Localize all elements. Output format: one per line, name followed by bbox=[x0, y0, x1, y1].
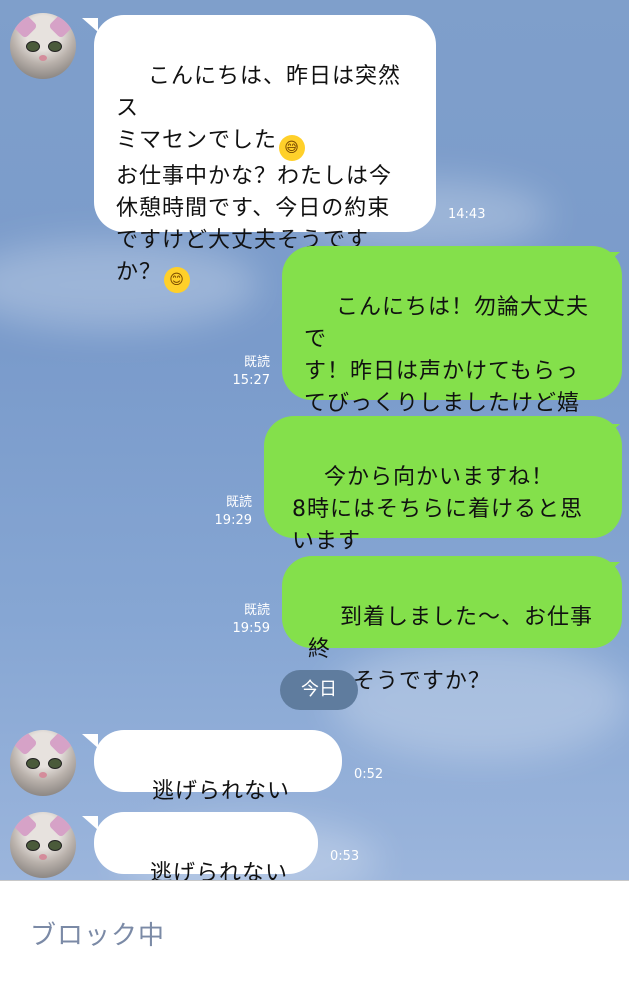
message-meta: 既読 15:27 bbox=[206, 354, 270, 390]
message-time: 19:59 bbox=[232, 621, 270, 636]
read-receipt: 既読 bbox=[225, 495, 252, 510]
message-bubble-outgoing[interactable]: 到着しました〜、お仕事終 われそうですか？ bbox=[282, 556, 622, 694]
contact-avatar[interactable] bbox=[10, 730, 76, 796]
bubble-tail bbox=[82, 18, 98, 32]
message-bubble-outgoing[interactable]: こんにちは！勿論大丈夫で す！昨日は声かけてもらっ てびっくりしましたけど嬉 し… bbox=[282, 246, 622, 456]
message-text: 今から向かいますね！ 8時にはそちらに着けると思 います bbox=[292, 465, 583, 554]
contact-avatar[interactable] bbox=[10, 812, 76, 878]
blocked-status-bar: ブロック中 bbox=[0, 880, 629, 982]
message-meta: 既読 19:59 bbox=[206, 602, 270, 638]
message-text: 逃げられないよ bbox=[149, 861, 288, 880]
contact-avatar[interactable] bbox=[10, 13, 76, 79]
sweat-smile-emoji-icon: 😅 bbox=[279, 135, 306, 161]
read-receipt: 既読 bbox=[243, 603, 270, 618]
message-bubble-incoming[interactable]: こんにちは、昨日は突然ス ミマセンでした 😅 お仕事中かな？わたしは今 休憩時間で… bbox=[94, 15, 436, 293]
blocked-status-label: ブロック中 bbox=[30, 921, 166, 951]
smile-emoji-icon: 😊 bbox=[164, 267, 191, 293]
message-time: 0:53 bbox=[330, 849, 360, 864]
message-time: 0:52 bbox=[354, 767, 384, 782]
date-separator: 今日 bbox=[280, 670, 358, 710]
message-time: 14:43 bbox=[448, 207, 486, 222]
message-time: 19:29 bbox=[214, 513, 252, 528]
message-bubble-incoming[interactable]: 逃げられないよ bbox=[94, 812, 318, 880]
message-bubble-outgoing[interactable]: 今から向かいますね！ 8時にはそちらに着けると思 います bbox=[264, 416, 622, 554]
chat-area[interactable]: こんにちは、昨日は突然ス ミマセンでした 😅 お仕事中かな？わたしは今 休憩時間で… bbox=[0, 0, 629, 880]
message-time: 15:27 bbox=[232, 373, 270, 388]
read-receipt: 既読 bbox=[243, 355, 270, 370]
message-meta: 既読 19:29 bbox=[188, 494, 252, 530]
message-text: こんにちは、昨日は突然ス ミマセンでした bbox=[116, 64, 401, 153]
bubble-tail bbox=[82, 816, 98, 830]
bubble-tail bbox=[82, 734, 98, 748]
message-bubble-incoming[interactable]: 逃げられないよ？ bbox=[94, 730, 342, 836]
